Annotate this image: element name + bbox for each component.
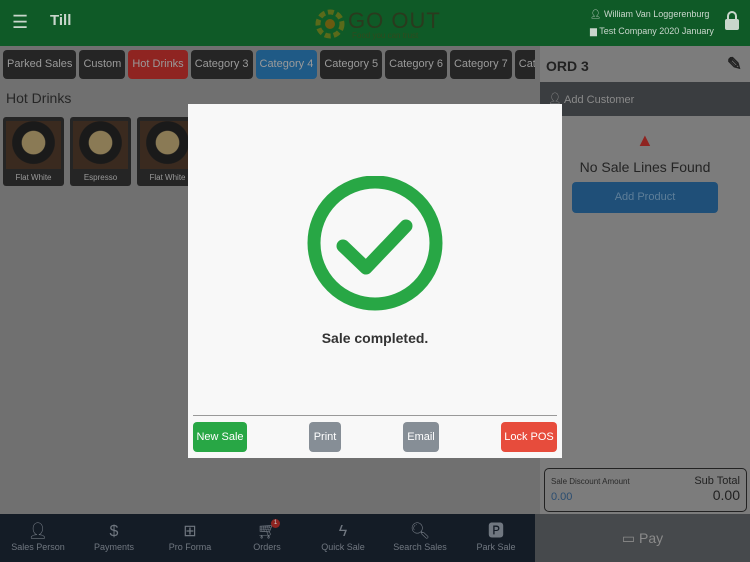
payment-hand-icon: $ xyxy=(109,523,119,540)
order-header: ORD 3 ✎ xyxy=(540,50,750,82)
nav-quick-sale[interactable]: ϟ Quick Sale xyxy=(305,522,381,552)
company-name: Test Company 2020 January xyxy=(599,26,714,36)
nav-park-sale[interactable]: 🅿︎ Park Sale xyxy=(458,522,534,552)
nav-label: Orders xyxy=(253,542,281,552)
orders-badge: 1 xyxy=(271,519,280,528)
category-3[interactable]: Category 3 xyxy=(190,50,253,79)
store-icon: ▆ xyxy=(590,26,597,36)
add-customer-button[interactable]: 👤︎ Add Customer xyxy=(540,82,750,116)
category-bar: Parked Sales Custom Hot Drinks Category 3 Ca… xyxy=(3,50,535,80)
nav-sales-person[interactable]: 👤︎ Sales Person xyxy=(0,522,76,552)
edit-icon[interactable]: ✎ xyxy=(727,54,742,75)
cart-icon: 🛒︎ xyxy=(256,523,278,540)
category-8[interactable]: Category 8 xyxy=(514,50,535,79)
hamburger-menu-icon[interactable]: ☰ xyxy=(12,12,28,33)
new-sale-button[interactable]: New Sale xyxy=(193,422,247,452)
bottom-nav: 👤︎ Sales Person $ Payments ⊞ Pro Forma 🛒︎ 1 O… xyxy=(0,514,535,562)
user-name: William Van Loggerenburg xyxy=(603,9,710,19)
product-image xyxy=(6,121,61,169)
print-button[interactable]: Print xyxy=(309,422,341,452)
sale-completed-dialog: Sale completed. New Sale Print Email Loc… xyxy=(188,104,562,458)
bolt-icon: ϟ xyxy=(338,523,348,540)
nav-label: Search Sales xyxy=(393,542,447,552)
logo-leaf-icon xyxy=(315,9,345,39)
nav-payments[interactable]: $ Payments xyxy=(76,522,152,552)
category-parked-sales[interactable]: Parked Sales xyxy=(3,50,77,79)
product-image xyxy=(73,121,128,169)
nav-search-sales[interactable]: 🔍︎ Search Sales xyxy=(382,522,458,552)
product-tile[interactable]: Espresso xyxy=(70,117,131,186)
user-info: 👤︎ William Van Loggerenburg ▆ Test Compa… xyxy=(590,6,714,40)
empty-message: No Sale Lines Found xyxy=(579,159,711,175)
nav-label: Pro Forma xyxy=(168,542,212,552)
divider xyxy=(193,415,557,416)
check-circle-icon xyxy=(307,176,443,311)
discount-label: Sale Discount Amount xyxy=(551,477,630,486)
product-tile[interactable]: Flat White xyxy=(3,117,64,186)
basket-icon: ⊞ xyxy=(183,523,197,540)
discount-value[interactable]: 0.00 xyxy=(551,491,572,503)
category-6[interactable]: Category 6 xyxy=(385,50,447,79)
nav-label: Park Sale xyxy=(476,542,516,552)
dialog-message: Sale completed. xyxy=(321,330,429,346)
pay-label: Pay xyxy=(639,530,664,546)
warning-icon: ▲ xyxy=(636,130,654,150)
add-customer-label: Add Customer xyxy=(564,94,635,106)
category-custom[interactable]: Custom xyxy=(79,50,126,79)
category-7[interactable]: Category 7 xyxy=(449,50,512,79)
person-icon: 👤︎ xyxy=(27,523,49,540)
nav-pro-forma[interactable]: ⊞ Pro Forma xyxy=(152,522,228,552)
lock-icon[interactable] xyxy=(724,10,740,30)
product-image xyxy=(140,121,195,169)
category-hot-drinks[interactable]: Hot Drinks xyxy=(128,50,188,79)
product-name: Espresso xyxy=(83,173,118,182)
order-number: ORD 3 xyxy=(546,58,589,74)
section-title: Hot Drinks xyxy=(6,90,72,106)
card-icon: ▭ xyxy=(621,530,636,546)
add-product-button[interactable]: Add Product xyxy=(572,182,718,213)
pay-button[interactable]: ▭ Pay xyxy=(535,514,750,562)
logo-tagline: Food you can trust xyxy=(352,31,419,40)
subtotal-label: Sub Total xyxy=(694,475,740,487)
category-5[interactable]: Category 5 xyxy=(320,50,383,79)
email-button[interactable]: Email xyxy=(403,422,439,452)
subtotal-value: 0.00 xyxy=(712,487,740,503)
nav-label: Sales Person xyxy=(11,542,65,552)
page-title: Till xyxy=(50,12,72,29)
nav-orders[interactable]: 🛒︎ 1 Orders xyxy=(229,519,305,552)
order-panel: ORD 3 ✎ 👤︎ Add Customer ▲ No Sale Lines Fo… xyxy=(540,46,750,514)
nav-label: Payments xyxy=(93,542,135,552)
product-name: Flat White xyxy=(15,173,52,182)
lock-pos-button[interactable]: Lock POS xyxy=(501,422,557,452)
nav-label: Quick Sale xyxy=(321,542,365,552)
user-icon: 👤︎ xyxy=(590,9,602,19)
header: ☰ Till GO OUT Food you can trust 👤︎ Will… xyxy=(0,0,750,46)
search-icon: 🔍︎ xyxy=(409,523,431,540)
logo: GO OUT Food you can trust xyxy=(312,5,442,43)
totals-box: Sale Discount Amount 0.00 Sub Total 0.00 xyxy=(544,468,747,512)
category-4[interactable]: Category 4 xyxy=(255,50,318,79)
parking-icon: 🅿︎ xyxy=(487,523,504,540)
